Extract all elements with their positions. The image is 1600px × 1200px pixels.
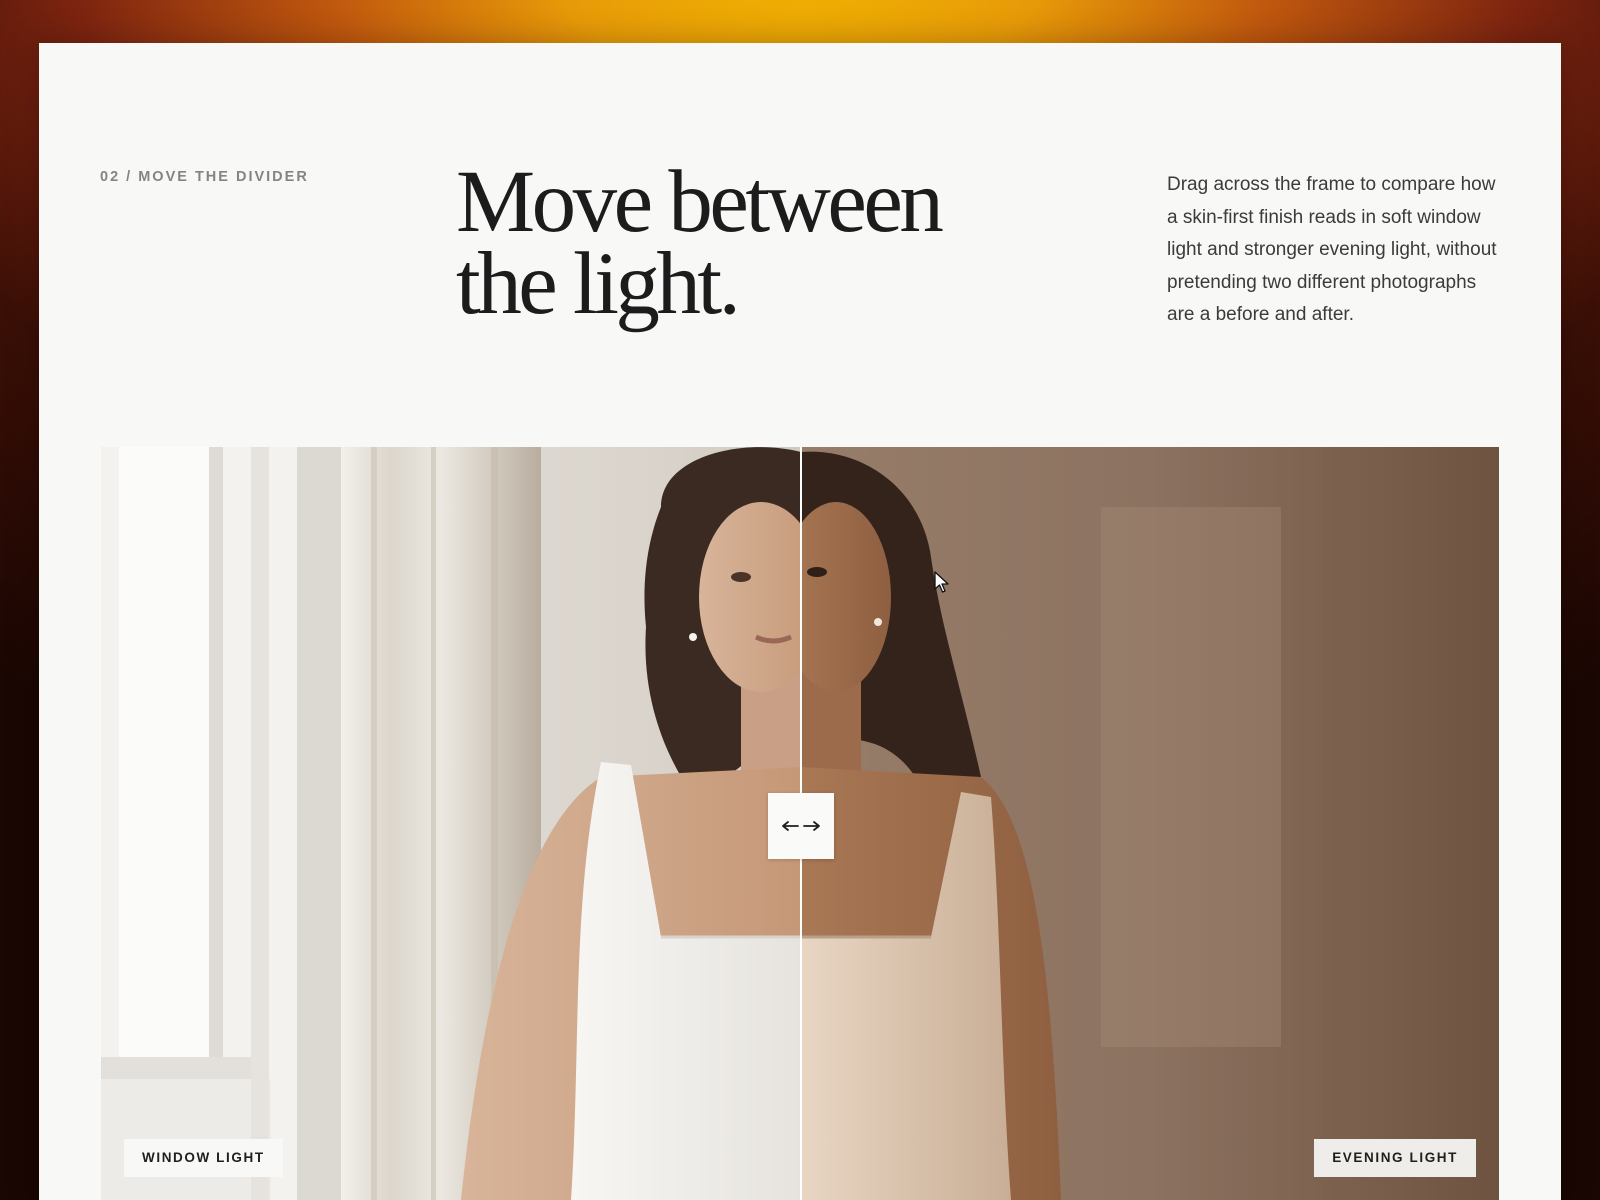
page-content: 02 / MOVE THE DIVIDER Move between the l… [39,43,1561,1200]
headline-line-1: Move between [456,153,944,251]
section-description: Drag across the frame to compare how a s… [1167,174,1497,325]
divider-handle[interactable] [768,793,834,859]
window-light-label: WINDOW LIGHT [124,1139,283,1177]
section-eyebrow: 02 / MOVE THE DIVIDER [100,169,309,185]
light-comparison-slider[interactable]: WINDOW LIGHT EVENING LIGHT [101,447,1499,1200]
headline-line-2: the light. [456,235,741,333]
left-right-arrows-icon [782,821,820,831]
mouse-pointer-icon [934,571,949,593]
evening-light-label: EVENING LIGHT [1314,1139,1476,1177]
section-headline: Move between the light. [456,153,1016,333]
